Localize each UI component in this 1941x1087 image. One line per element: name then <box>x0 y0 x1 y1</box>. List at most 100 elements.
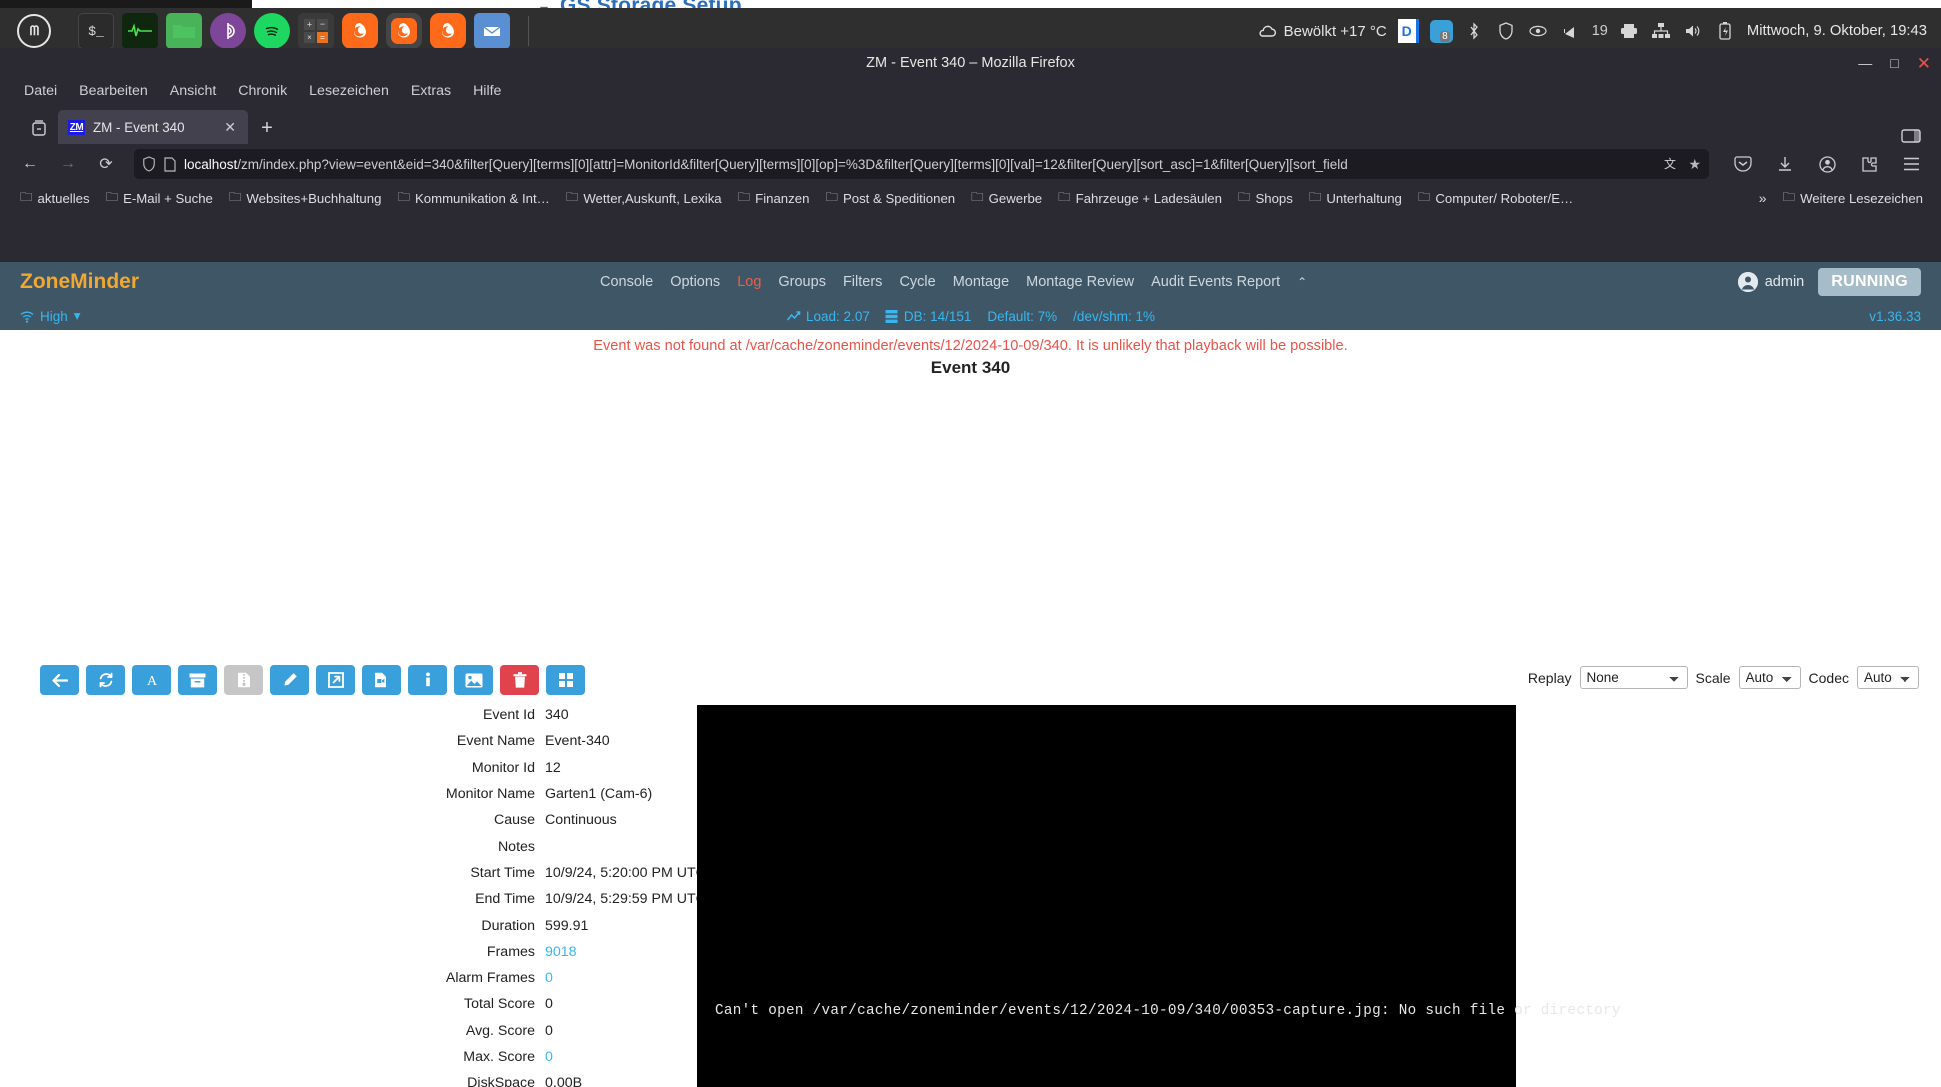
row-value[interactable]: 0 <box>545 970 553 986</box>
load-stat[interactable]: Load: 2.07 <box>786 309 870 324</box>
notification-bell-icon[interactable] <box>1560 21 1581 42</box>
open-new-window-button[interactable] <box>316 665 355 695</box>
bookmark-item[interactable]: 🗀 Shops <box>1232 186 1299 211</box>
nav-montage[interactable]: Montage <box>953 274 1009 290</box>
shm-stat[interactable]: /dev/shm: 1% <box>1073 309 1155 324</box>
bookmark-item[interactable]: 🗀 Unterhaltung <box>1303 186 1408 211</box>
info-button[interactable] <box>408 665 447 695</box>
nav-options[interactable]: Options <box>670 274 720 290</box>
tor-browser-icon[interactable] <box>210 13 246 49</box>
nav-log[interactable]: Log <box>737 274 761 290</box>
file-manager-icon[interactable] <box>166 13 202 54</box>
battery-icon[interactable] <box>1715 21 1736 42</box>
list-all-tabs-icon[interactable] <box>24 112 54 144</box>
browser-tab[interactable]: ZM ZM - Event 340 ✕ <box>58 110 248 144</box>
grid-button[interactable] <box>546 665 585 695</box>
mail-icon[interactable] <box>474 13 510 54</box>
network-icon[interactable] <box>1651 21 1672 42</box>
spotify-icon[interactable] <box>254 13 290 49</box>
other-bookmarks-button[interactable]: 🗀 Weitere Lesezeichen <box>1783 188 1927 209</box>
maximize-button[interactable]: □ <box>1890 56 1898 70</box>
tab-overflow-icon[interactable] <box>1901 128 1941 144</box>
menu-ansicht[interactable]: Ansicht <box>170 83 217 99</box>
video-file-button[interactable] <box>362 665 401 695</box>
firefox-icon-2[interactable] <box>386 13 422 54</box>
nav-groups[interactable]: Groups <box>778 274 826 290</box>
stills-button[interactable] <box>454 665 493 695</box>
user-menu[interactable]: admin <box>1737 272 1804 292</box>
nav-montage-review[interactable]: Montage Review <box>1026 274 1134 290</box>
menu-extras[interactable]: Extras <box>411 83 451 99</box>
numlock-tray-icon[interactable]: 8 <box>1429 19 1453 43</box>
row-value[interactable]: 0 <box>545 1049 553 1065</box>
replay-select[interactable]: None <box>1579 666 1688 689</box>
bookmark-item[interactable]: 🗀 Finanzen <box>732 186 816 211</box>
linux-mint-menu-icon[interactable]: ᗰ <box>16 13 52 49</box>
nav-filters[interactable]: Filters <box>843 274 882 290</box>
menu-lesezeichen[interactable]: Lesezeichen <box>309 83 389 99</box>
bandwidth-selector[interactable]: High ▾ <box>20 308 81 324</box>
row-value[interactable]: 9018 <box>545 944 577 960</box>
scale-select[interactable]: Auto <box>1738 666 1801 689</box>
page-info-icon[interactable] <box>164 156 176 172</box>
back-icon[interactable]: ← <box>14 149 46 179</box>
reload-icon[interactable]: ⟳ <box>90 149 122 179</box>
bookmarks-overflow-chevron[interactable]: » <box>1747 190 1779 206</box>
menu-chronik[interactable]: Chronik <box>238 83 287 99</box>
bookmark-item[interactable]: 🗀 Post & Speditionen <box>819 186 961 211</box>
bluetooth-icon[interactable] <box>1464 21 1485 42</box>
default-storage-stat[interactable]: Default: 7% <box>987 309 1057 324</box>
printer-icon[interactable] <box>1619 21 1640 42</box>
system-monitor-icon[interactable] <box>122 13 158 49</box>
db-stat[interactable]: DB: 14/151 <box>885 309 971 324</box>
rename-button[interactable]: A <box>132 665 171 695</box>
clock[interactable]: Mittwoch, 9. Oktober, 19:43 <box>1747 23 1927 39</box>
version-label[interactable]: v1.36.33 <box>1869 309 1921 324</box>
forward-icon[interactable]: → <box>52 149 84 179</box>
bookmark-item[interactable]: 🗀 Kommunikation & Int… <box>391 186 555 211</box>
archive-button[interactable] <box>178 665 217 695</box>
nav-audit-events-report[interactable]: Audit Events Report <box>1151 274 1280 290</box>
bookmark-item[interactable]: 🗀 Gewerbe <box>965 186 1048 211</box>
tab-close-icon[interactable]: ✕ <box>220 119 240 136</box>
calculator-icon[interactable]: + − × = <box>298 13 334 49</box>
new-tab-button[interactable]: + <box>252 112 282 144</box>
extensions-icon[interactable] <box>1853 149 1885 179</box>
bookmark-item[interactable]: 🗀 aktuelles <box>14 186 96 211</box>
bookmark-item[interactable]: 🗀 Computer/ Roboter/E… <box>1412 186 1579 211</box>
bookmark-item[interactable]: 🗀 Websites+Buchhaltung <box>223 186 388 211</box>
address-bar[interactable]: localhost/zm/index.php?view=event&eid=34… <box>134 149 1709 179</box>
menu-datei[interactable]: Datei <box>24 83 57 99</box>
close-button[interactable]: ✕ <box>1917 55 1931 72</box>
dia-tray-icon[interactable]: D <box>1397 19 1419 43</box>
codec-select[interactable]: Auto <box>1857 666 1919 689</box>
account-icon[interactable] <box>1811 149 1843 179</box>
refresh-button[interactable] <box>86 665 125 695</box>
downloads-icon[interactable] <box>1769 149 1801 179</box>
bookmark-star-icon[interactable]: ★ <box>1688 156 1701 173</box>
delete-button[interactable] <box>500 665 539 695</box>
menu-bearbeiten[interactable]: Bearbeiten <box>79 83 148 99</box>
save-to-pocket-icon[interactable] <box>1727 149 1759 179</box>
back-button[interactable] <box>40 665 79 695</box>
menu-hamburger-icon[interactable] <box>1895 149 1927 179</box>
shield-icon[interactable] <box>1496 21 1517 42</box>
chevron-up-icon[interactable]: ⌃ <box>1297 275 1307 289</box>
zm-brand-logo[interactable]: ZoneMinder <box>20 270 139 294</box>
minimize-button[interactable]: — <box>1858 56 1872 70</box>
volume-icon[interactable] <box>1683 21 1704 42</box>
firefox-icon-3[interactable] <box>430 13 466 54</box>
eye-icon[interactable] <box>1528 21 1549 42</box>
translate-icon[interactable]: 文 <box>1664 156 1680 172</box>
menu-hilfe[interactable]: Hilfe <box>473 83 501 99</box>
nav-console[interactable]: Console <box>600 274 653 290</box>
edit-button[interactable] <box>270 665 309 695</box>
terminal-icon[interactable]: $_ <box>78 13 114 49</box>
bookmark-item[interactable]: 🗀 Fahrzeuge + Ladesäulen <box>1052 186 1228 211</box>
bookmark-item[interactable]: 🗀 Wetter,Auskunft, Lexika <box>560 186 728 211</box>
firefox-icon-1[interactable] <box>342 13 378 54</box>
bookmark-item[interactable]: 🗀 E-Mail + Suche <box>100 186 219 211</box>
video-canvas[interactable]: Can't open /var/cache/zoneminder/events/… <box>697 705 1620 1087</box>
nav-cycle[interactable]: Cycle <box>899 274 935 290</box>
export-button[interactable] <box>224 665 263 695</box>
